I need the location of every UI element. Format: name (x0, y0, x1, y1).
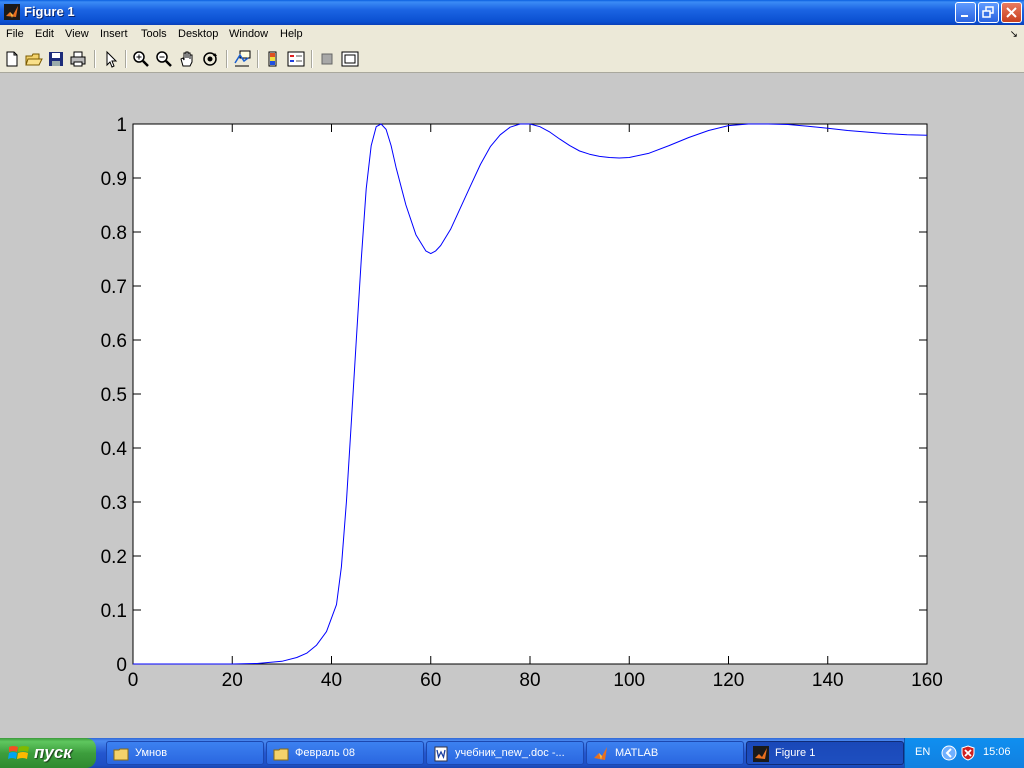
insert-colorbar-icon[interactable] (263, 49, 283, 69)
window-titlebar[interactable]: Figure 1 (0, 0, 1024, 25)
figure-toolbar (0, 45, 1024, 73)
y-tick-label: 0.8 (101, 223, 127, 244)
x-tick-label: 40 (321, 670, 342, 691)
restore-icon (982, 6, 994, 18)
matlab-logo-icon (594, 747, 607, 760)
start-label: пуск (34, 743, 72, 762)
restore-button[interactable] (978, 2, 999, 23)
windows-logo-icon (8, 746, 29, 759)
data-cursor-icon[interactable] (232, 49, 252, 69)
x-tick-label: 0 (128, 670, 139, 691)
y-tick-label: 0.4 (101, 439, 128, 460)
toolbar-separator (226, 50, 228, 68)
menu-insert[interactable]: Insert (100, 28, 128, 40)
save-icon[interactable] (46, 49, 66, 69)
open-file-icon[interactable] (24, 49, 44, 69)
new-figure-icon[interactable] (2, 49, 22, 69)
task-matlab[interactable]: MATLAB (586, 741, 744, 765)
toolbar-separator (311, 50, 313, 68)
zoom-in-icon[interactable] (131, 49, 151, 69)
insert-legend-icon[interactable] (286, 49, 306, 69)
x-tick-label: 80 (519, 670, 540, 691)
task-word-document[interactable]: учебник_new_.doc -... (426, 741, 584, 765)
dock-figure-arrow-icon[interactable]: ↘ (1010, 29, 1018, 40)
menu-file[interactable]: File (6, 28, 24, 40)
y-tick-label: 0.6 (101, 331, 127, 352)
task-label: учебник_new_.doc -... (455, 747, 565, 759)
x-tick-label: 160 (911, 670, 943, 691)
figure-canvas: 0 20 40 60 80 100 120 140 160 0 0.1 0.2 0.3 0.4 0.5 0.6… (0, 73, 1024, 738)
hide-plot-tools-icon[interactable] (317, 49, 337, 69)
task-label: MATLAB (615, 747, 659, 759)
y-tick-label: 1 (116, 115, 127, 136)
y-tick-label: 0.1 (101, 601, 127, 622)
x-tick-label: 120 (713, 670, 745, 691)
show-hidden-icons-icon[interactable] (941, 745, 957, 761)
toolbar-separator (257, 50, 259, 68)
menu-view[interactable]: View (65, 28, 89, 40)
task-label: Figure 1 (775, 747, 816, 759)
x-tick-label: 140 (812, 670, 844, 691)
y-tick-label: 0.2 (101, 547, 127, 568)
task-figure-1[interactable]: Figure 1 (746, 741, 904, 765)
y-tick-label: 0.9 (101, 169, 127, 190)
toolbar-separator (125, 50, 127, 68)
minimize-icon (961, 15, 968, 17)
y-tick-label: 0.3 (101, 493, 127, 514)
menu-window[interactable]: Window (229, 28, 268, 40)
show-plot-tools-icon[interactable] (340, 49, 360, 69)
menu-desktop[interactable]: Desktop (178, 28, 218, 40)
task-label: Умнов (135, 747, 168, 759)
language-indicator[interactable]: EN (915, 746, 930, 758)
clock: 15:06 (983, 746, 1011, 758)
rotate-3d-icon[interactable] (200, 49, 220, 69)
matlab-logo-icon (4, 4, 20, 20)
x-tick-label: 20 (222, 670, 243, 691)
task-label: Февраль 08 (295, 747, 356, 759)
menu-tools[interactable]: Tools (141, 28, 167, 40)
menu-edit[interactable]: Edit (35, 28, 54, 40)
pan-hand-icon[interactable] (177, 49, 197, 69)
window-title: Figure 1 (24, 4, 75, 19)
y-tick-label: 0.7 (101, 277, 127, 298)
word-document-icon (434, 746, 448, 762)
close-button[interactable] (1001, 2, 1022, 23)
zoom-out-icon[interactable] (154, 49, 174, 69)
menu-bar: File Edit View Insert Tools Desktop Wind… (0, 25, 1024, 45)
print-icon[interactable] (68, 49, 88, 69)
system-tray: EN 15:06 (904, 738, 1024, 768)
minimize-button[interactable] (955, 2, 976, 23)
x-tick-label: 60 (420, 670, 441, 691)
y-tick-label: 0 (116, 655, 127, 676)
folder-icon (273, 748, 289, 761)
start-button[interactable]: пуск (0, 738, 96, 768)
task-february-folder[interactable]: Февраль 08 (266, 741, 424, 765)
edit-plot-arrow-icon[interactable] (101, 49, 121, 69)
matlab-logo-icon (753, 746, 769, 762)
line-plot[interactable]: 0 20 40 60 80 100 120 140 160 0 0.1 0.2 0.3 0.4 0.5 0.6… (0, 73, 1024, 738)
menu-help[interactable]: Help (280, 28, 303, 40)
plot-axes-box (132, 123, 928, 665)
folder-icon (113, 748, 129, 761)
taskbar: пуск Умнов Февраль 08 учебник_new_.doc -… (0, 738, 1024, 768)
task-umnov[interactable]: Умнов (106, 741, 264, 765)
close-icon (1006, 7, 1017, 18)
security-shield-icon[interactable] (960, 745, 976, 761)
x-tick-label: 100 (613, 670, 645, 691)
y-tick-label: 0.5 (101, 385, 127, 406)
toolbar-separator (94, 50, 96, 68)
